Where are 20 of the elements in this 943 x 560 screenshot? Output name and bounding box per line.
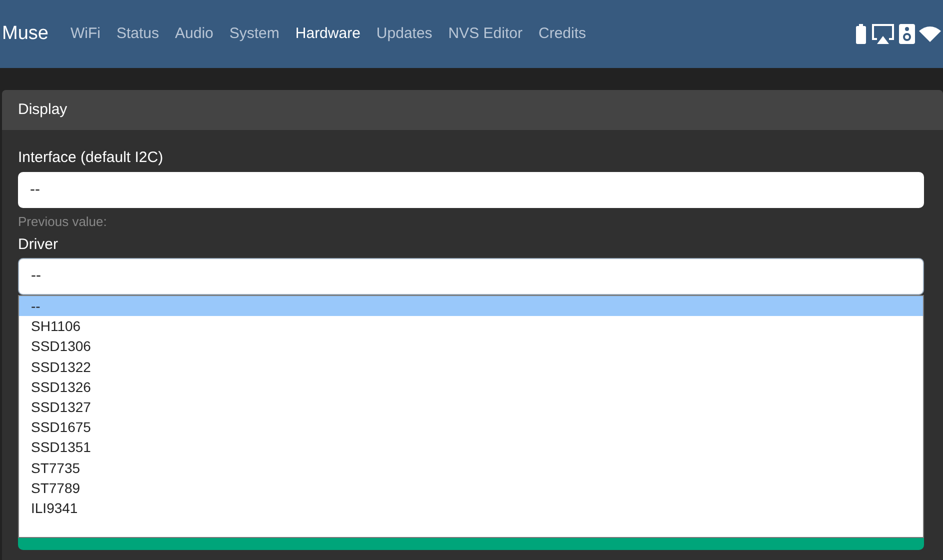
card-title: Display	[18, 100, 68, 120]
nav-link[interactable]: Audio	[175, 22, 214, 46]
brand-name[interactable]: Muse	[2, 20, 48, 48]
field-label: Interface (default I2C)	[18, 148, 164, 168]
battery-icon	[855, 24, 867, 44]
airplay-icon	[871, 24, 895, 44]
nav-link[interactable]: NVS Editor	[448, 22, 522, 46]
nav-link[interactable]: Status	[116, 22, 159, 46]
nav-link[interactable]: System	[229, 22, 280, 46]
nav-link[interactable]: Credits	[538, 22, 586, 46]
nav-link[interactable]: WiFi	[70, 22, 100, 46]
nav-link[interactable]: Updates	[376, 22, 432, 46]
field-label: Driver	[18, 235, 59, 255]
driver-select[interactable]: --	[18, 258, 924, 295]
previous-value-hint: Previous value:	[18, 214, 108, 230]
nav-link[interactable]: Hardware	[295, 22, 360, 46]
wifi-icon	[919, 26, 941, 42]
dropdown-option[interactable]: --	[19, 296, 923, 316]
speaker-icon	[899, 24, 915, 44]
interface-select[interactable]: --	[18, 172, 924, 208]
